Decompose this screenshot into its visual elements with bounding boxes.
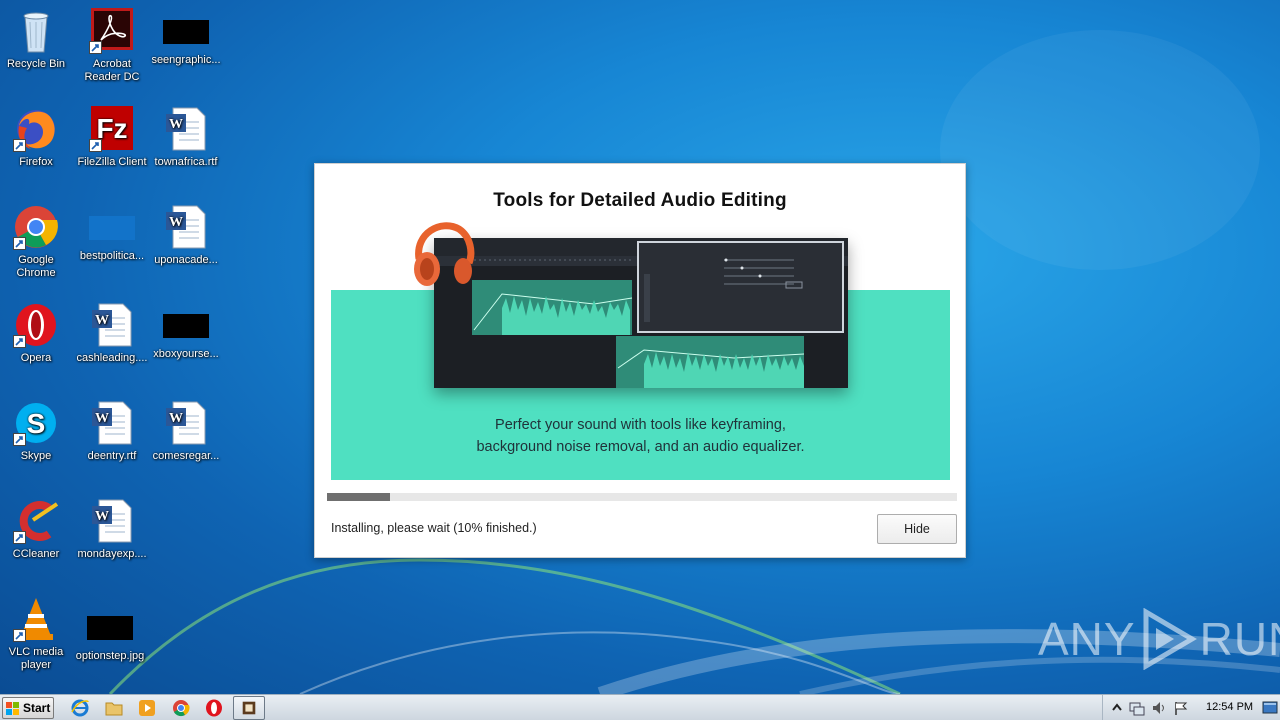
waveform-illustration: [434, 238, 848, 388]
desktop-icon-label: VLC media player: [8, 646, 64, 671]
desktop-icon-label: mondayexp....: [77, 548, 147, 560]
desktop-icon-label: Google Chrome: [16, 254, 56, 279]
svg-text:W: W: [95, 411, 109, 426]
word-doc-icon: W: [92, 303, 132, 347]
desktop-icon-label: xboxyourse...: [153, 348, 219, 360]
desktop-icon-label: bestpolitica...: [79, 250, 145, 262]
svg-text:W: W: [169, 411, 183, 426]
desktop-icon-label: Firefox: [19, 156, 53, 168]
audio-editor-screenshot: [434, 238, 848, 388]
volume-icon[interactable]: [1151, 700, 1167, 716]
installer-app-icon: [242, 701, 256, 715]
desktop-icon-uponacade[interactable]: W uponacade...: [148, 204, 224, 267]
desktop-icon-townafrica[interactable]: W townafrica.rtf: [148, 106, 224, 169]
opera-taskbar-icon[interactable]: [204, 698, 224, 718]
desktop-icon-vlc[interactable]: VLC media player: [0, 596, 74, 672]
desktop-icon-label: deentry.rtf: [87, 450, 137, 462]
desktop-icon-cashleading[interactable]: W cashleading....: [74, 302, 150, 365]
internet-explorer-icon[interactable]: [70, 698, 90, 718]
image-file-icon: [87, 616, 133, 640]
desktop-icon-ccleaner[interactable]: CCleaner: [0, 498, 74, 561]
desktop-icon-firefox[interactable]: Firefox: [0, 106, 74, 169]
installer-title: Tools for Detailed Audio Editing: [493, 190, 787, 211]
desktop-icon-filezilla[interactable]: Fz FileZilla Client: [74, 106, 150, 169]
install-status: Installing, please wait (10% finished.): [331, 521, 537, 535]
installer-window: Tools for Detailed Audio Editing Perfect…: [314, 163, 966, 558]
desktop-icon-opera[interactable]: Opera: [0, 302, 74, 365]
desktop-icon-label: Recycle Bin: [6, 58, 66, 70]
desktop-icon-optionstep[interactable]: optionstep.jpg: [72, 596, 148, 663]
word-doc-icon: W: [166, 107, 206, 151]
desktop-icon-label: comesregar...: [152, 450, 220, 462]
svg-text:S: S: [27, 408, 46, 439]
show-desktop-icon[interactable]: [1262, 697, 1278, 719]
banner-description: Perfect your sound with tools like keyfr…: [331, 414, 950, 458]
start-label: Start: [23, 701, 51, 715]
action-center-icon[interactable]: [1129, 700, 1145, 716]
system-tray: [1102, 695, 1280, 720]
folder-icon[interactable]: [104, 698, 124, 718]
anyrun-watermark: ANY RUN: [1038, 608, 1280, 670]
banner-line-2: background noise removal, and an audio e…: [476, 439, 805, 455]
desktop-icon-comesregar[interactable]: W comesregar...: [148, 400, 224, 463]
desktop-icon-acrobat[interactable]: Acrobat Reader DC: [74, 8, 150, 84]
desktop-icon-seengraphic[interactable]: seengraphic...: [148, 8, 224, 67]
desktop-icon-skype[interactable]: S Skype: [0, 400, 74, 463]
install-progress-bar: [327, 493, 957, 501]
desktop-icon-label: FileZilla Client: [77, 156, 147, 168]
word-doc-icon: W: [92, 401, 132, 445]
desktop-icon-chrome[interactable]: Google Chrome: [0, 204, 74, 280]
start-button[interactable]: Start: [2, 697, 54, 719]
progress-fill: [327, 493, 390, 501]
desktop-icon-label: CCleaner: [12, 548, 60, 560]
headphones-icon: [414, 222, 475, 286]
desktop-icon-label: cashleading....: [76, 352, 148, 364]
hide-button[interactable]: Hide: [877, 514, 957, 544]
desktop-icon-recycle-bin[interactable]: Recycle Bin: [0, 8, 74, 71]
installer-taskbar-button[interactable]: [233, 696, 265, 720]
desktop-icon-bestpolitica[interactable]: bestpolitica...: [74, 204, 150, 263]
desktop-icon-label: Acrobat Reader DC: [84, 58, 140, 83]
banner-line-1: Perfect your sound with tools like keyfr…: [495, 417, 786, 433]
recycle-bin-icon: [23, 12, 49, 53]
desktop-icon-label: uponacade...: [154, 254, 218, 266]
svg-text:W: W: [95, 313, 109, 328]
taskbar: Start 12:54 PM: [0, 694, 1280, 720]
desktop-icon-label: Opera: [20, 352, 52, 364]
desktop-icon-mondayexp[interactable]: W mondayexp....: [74, 498, 150, 561]
media-player-icon[interactable]: [137, 698, 157, 718]
desktop-icon-label: seengraphic...: [151, 54, 221, 66]
network-flag-icon[interactable]: [1173, 700, 1189, 716]
image-file-icon: [89, 216, 135, 240]
desktop-icon-deentry[interactable]: W deentry.rtf: [74, 400, 150, 463]
image-file-icon: [163, 20, 209, 44]
svg-text:W: W: [95, 509, 109, 524]
word-doc-icon: W: [166, 401, 206, 445]
word-doc-icon: W: [92, 499, 132, 543]
windows-logo-icon: [6, 701, 19, 715]
desktop-icon-xboxyourse[interactable]: xboxyourse...: [148, 302, 224, 361]
play-triangle-icon: [1143, 608, 1197, 670]
watermark-right: RUN: [1199, 613, 1280, 665]
image-file-icon: [163, 314, 209, 338]
watermark-left: ANY: [1038, 613, 1136, 665]
desktop-icon-label: optionstep.jpg: [75, 650, 145, 662]
show-hidden-icons-icon[interactable]: [1109, 700, 1125, 716]
desktop-icon-label: Skype: [20, 450, 52, 462]
svg-text:W: W: [169, 117, 183, 132]
word-doc-icon: W: [166, 205, 206, 249]
chrome-taskbar-icon[interactable]: [171, 698, 191, 718]
taskbar-clock[interactable]: 12:54 PM: [1206, 701, 1253, 713]
desktop-icon-label: townafrica.rtf: [154, 156, 218, 168]
svg-text:W: W: [169, 215, 183, 230]
